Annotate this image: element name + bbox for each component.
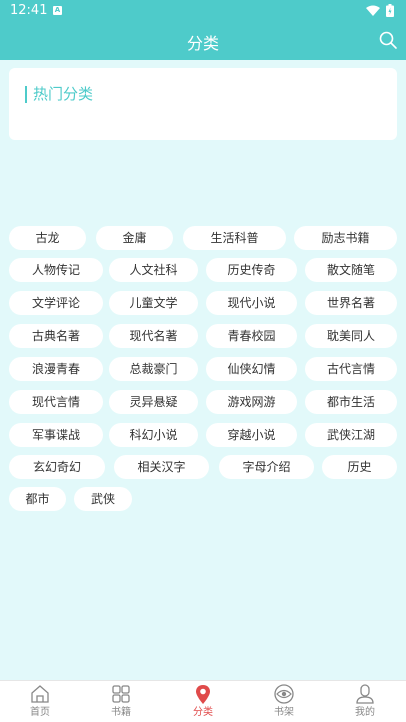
category-tag[interactable]: 武侠 bbox=[74, 487, 132, 511]
category-tag[interactable]: 历史 bbox=[322, 455, 397, 479]
category-tag[interactable]: 总裁豪门 bbox=[109, 357, 198, 381]
category-tag[interactable]: 青春校园 bbox=[206, 324, 297, 348]
category-tag[interactable]: 游戏网游 bbox=[206, 390, 297, 414]
nav-category[interactable]: 分类 bbox=[173, 683, 233, 722]
nav-books[interactable]: 书籍 bbox=[91, 683, 151, 722]
wifi-icon bbox=[366, 5, 380, 16]
category-tag[interactable]: 人文社科 bbox=[109, 258, 198, 282]
category-tag[interactable]: 都市 bbox=[9, 487, 66, 511]
category-tag[interactable]: 励志书籍 bbox=[294, 226, 397, 250]
status-icons bbox=[366, 4, 394, 17]
nav-category-label: 分类 bbox=[193, 707, 213, 718]
category-tag[interactable]: 科幻小说 bbox=[109, 423, 198, 447]
page-title: 分类 bbox=[186, 34, 219, 53]
nav-mine-label: 我的 bbox=[355, 707, 375, 718]
category-tag[interactable]: 军事谍战 bbox=[9, 423, 103, 447]
person-icon bbox=[356, 684, 374, 704]
category-tag[interactable]: 耽美同人 bbox=[305, 324, 397, 348]
nav-bookshelf-label: 书架 bbox=[274, 707, 294, 718]
grid-icon bbox=[112, 685, 130, 703]
status-bar: 12:41 A bbox=[0, 0, 406, 22]
nav-books-label: 书籍 bbox=[111, 707, 131, 718]
nav-bookshelf[interactable]: 书架 bbox=[254, 683, 314, 722]
app-bar: 分类 bbox=[0, 22, 406, 60]
home-icon bbox=[31, 685, 49, 703]
hot-category-title: 热门分类 bbox=[25, 86, 93, 103]
category-tag[interactable]: 玄幻奇幻 bbox=[9, 455, 105, 479]
category-tag[interactable]: 历史传奇 bbox=[206, 258, 297, 282]
category-tag[interactable]: 现代言情 bbox=[9, 390, 103, 414]
category-tag[interactable]: 古代言情 bbox=[305, 357, 397, 381]
category-tag[interactable]: 字母介绍 bbox=[219, 455, 314, 479]
category-tag[interactable]: 人物传记 bbox=[9, 258, 103, 282]
category-tag[interactable]: 灵异悬疑 bbox=[109, 390, 198, 414]
category-tag[interactable]: 都市生活 bbox=[305, 390, 397, 414]
search-icon[interactable] bbox=[378, 30, 398, 50]
category-tag[interactable]: 散文随笔 bbox=[305, 258, 397, 282]
bottom-navigation: 首页 书籍 分类 书架 我的 bbox=[0, 680, 406, 722]
category-tag[interactable]: 生活科普 bbox=[183, 226, 286, 250]
category-tag[interactable]: 现代名著 bbox=[109, 324, 198, 348]
battery-icon bbox=[386, 4, 394, 17]
category-tag[interactable]: 古典名著 bbox=[9, 324, 103, 348]
category-tag[interactable]: 仙侠幻情 bbox=[206, 357, 297, 381]
nav-home-label: 首页 bbox=[30, 707, 50, 718]
nav-home[interactable]: 首页 bbox=[10, 683, 70, 722]
category-tag[interactable]: 穿越小说 bbox=[206, 423, 297, 447]
category-tag[interactable]: 文学评论 bbox=[9, 291, 103, 315]
category-tag[interactable]: 武侠江湖 bbox=[305, 423, 397, 447]
category-tag[interactable]: 现代小说 bbox=[206, 291, 297, 315]
category-tag[interactable]: 浪漫青春 bbox=[9, 357, 103, 381]
category-tag[interactable]: 金庸 bbox=[96, 226, 173, 250]
category-tag[interactable]: 儿童文学 bbox=[109, 291, 198, 315]
hot-category-card: 热门分类 bbox=[9, 68, 397, 140]
eye-icon bbox=[274, 684, 294, 704]
category-tag[interactable]: 世界名著 bbox=[305, 291, 397, 315]
category-tag[interactable]: 相关汉字 bbox=[114, 455, 209, 479]
status-time: 12:41 bbox=[10, 3, 48, 18]
nav-mine[interactable]: 我的 bbox=[335, 683, 395, 722]
notification-icon: A bbox=[53, 6, 62, 15]
location-pin-icon bbox=[196, 685, 210, 704]
category-tag[interactable]: 古龙 bbox=[9, 226, 86, 250]
